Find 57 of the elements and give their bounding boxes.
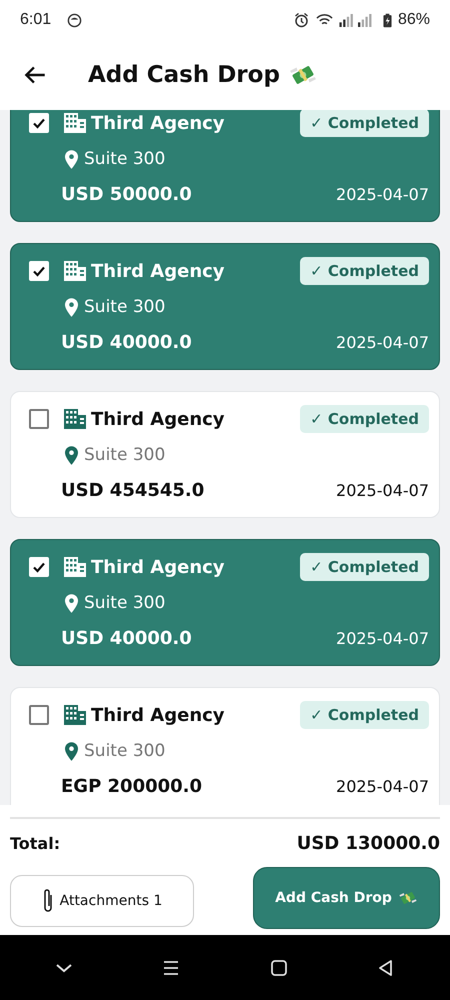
building-icon bbox=[63, 408, 87, 430]
cash-drop-card[interactable]: Third Agency ✓ Completed Suite 300 USD 50000.0 2025-04-07 bbox=[10, 110, 440, 222]
location-pin-icon bbox=[65, 298, 78, 316]
cash-drop-card[interactable]: Third Agency ✓ Completed Suite 300 USD 454545.0 2025-04-07 bbox=[10, 391, 440, 518]
status-badge: ✓ Completed bbox=[300, 701, 429, 729]
building-icon bbox=[63, 112, 87, 134]
checkbox[interactable] bbox=[29, 557, 49, 577]
agency-name: Third Agency bbox=[91, 704, 225, 726]
attachments-button[interactable]: Attachments 1 bbox=[10, 875, 194, 927]
checkbox[interactable] bbox=[29, 113, 49, 133]
location-text: Suite 300 bbox=[84, 741, 166, 761]
location-text: Suite 300 bbox=[84, 445, 166, 465]
date-text: 2025-04-07 bbox=[336, 333, 429, 352]
agency-name: Third Agency bbox=[91, 556, 225, 578]
total-label: Total: bbox=[10, 834, 60, 852]
location-pin-icon bbox=[65, 446, 78, 464]
date-text: 2025-04-07 bbox=[336, 777, 429, 796]
checkbox[interactable] bbox=[29, 409, 49, 429]
add-cash-drop-button[interactable]: Add Cash Drop bbox=[253, 867, 440, 929]
checkbox[interactable] bbox=[29, 705, 49, 725]
building-icon bbox=[63, 704, 87, 726]
date-text: 2025-04-07 bbox=[336, 185, 429, 204]
agency-name: Third Agency bbox=[91, 260, 225, 282]
paperclip-icon bbox=[42, 888, 54, 914]
cash-drop-card[interactable]: Third Agency ✓ Completed Suite 300 USD 40000.0 2025-04-07 bbox=[10, 243, 440, 370]
battery-level: 86% bbox=[398, 11, 430, 29]
amount-text: EGP 200000.0 bbox=[61, 776, 202, 797]
location-pin-icon bbox=[65, 150, 78, 168]
location-text: Suite 300 bbox=[84, 297, 166, 317]
agency-name: Third Agency bbox=[91, 112, 225, 134]
checkbox[interactable] bbox=[29, 261, 49, 281]
amount-text: USD 40000.0 bbox=[61, 628, 192, 649]
cash-drop-card[interactable]: Third Agency ✓ Completed Suite 300 EGP 200000.0 2025-04-07 bbox=[10, 687, 440, 805]
location-text: Suite 300 bbox=[84, 593, 166, 613]
home-icon[interactable] bbox=[268, 958, 289, 978]
building-icon bbox=[63, 556, 87, 578]
battery-icon bbox=[382, 12, 392, 28]
location-text: Suite 300 bbox=[84, 149, 166, 169]
page-title: Add Cash Drop bbox=[88, 62, 280, 88]
status-time: 6:01 bbox=[20, 11, 52, 29]
total-value: USD 130000.0 bbox=[296, 832, 440, 854]
status-badge: ✓ Completed bbox=[300, 257, 429, 285]
status-badge: ✓ Completed bbox=[300, 553, 429, 581]
alarm-icon bbox=[292, 12, 310, 28]
amount-text: USD 40000.0 bbox=[61, 332, 192, 353]
location-pin-icon bbox=[65, 594, 78, 612]
status-badge: ✓ Completed bbox=[300, 110, 429, 137]
date-text: 2025-04-07 bbox=[336, 629, 429, 648]
agency-name: Third Agency bbox=[91, 408, 225, 430]
location-pin-icon bbox=[65, 742, 78, 760]
face-icon bbox=[67, 12, 82, 28]
date-text: 2025-04-07 bbox=[336, 481, 429, 500]
amount-text: USD 454545.0 bbox=[61, 480, 204, 501]
status-badge: ✓ Completed bbox=[300, 405, 429, 433]
amount-text: USD 50000.0 bbox=[61, 184, 192, 205]
cash-drop-card[interactable]: Third Agency ✓ Completed Suite 300 USD 40000.0 2025-04-07 bbox=[10, 539, 440, 666]
building-icon bbox=[63, 260, 87, 282]
